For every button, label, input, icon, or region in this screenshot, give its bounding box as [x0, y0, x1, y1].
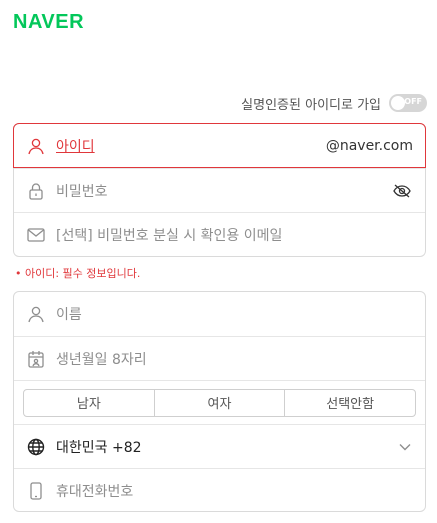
gender-option-female[interactable]: 여자 — [153, 389, 285, 416]
profile-info-group: 이름 생년월일 8자리 남자 여자 선택안함 대한민국 +82 휴대전화번호 — [13, 291, 426, 512]
user-icon — [26, 136, 46, 156]
lock-icon — [26, 181, 46, 201]
eye-off-icon[interactable] — [393, 184, 411, 198]
globe-icon — [26, 437, 46, 457]
country-code-value: 대한민국 +82 — [56, 439, 142, 456]
user-icon — [26, 304, 46, 324]
recovery-email-field[interactable]: [선택] 비밀번호 분실 시 확인용 이메일 — [14, 212, 425, 256]
naver-logo: NAVER — [13, 11, 85, 33]
id-error-message: • 아이디: 필수 정보입니다. — [15, 267, 141, 280]
calendar-icon — [26, 349, 46, 369]
phone-field[interactable]: 휴대전화번호 — [14, 468, 425, 512]
real-name-verify-label: 실명인증된 아이디로 가입 — [241, 97, 381, 113]
gender-selector: 남자 여자 선택안함 — [23, 388, 416, 417]
name-placeholder: 이름 — [56, 307, 82, 323]
id-domain-suffix: @naver.com — [325, 137, 413, 154]
gender-option-none[interactable]: 선택안함 — [284, 389, 415, 416]
toggle-knob — [391, 96, 405, 110]
password-placeholder: 비밀번호 — [56, 183, 108, 200]
chevron-down-icon — [399, 443, 411, 451]
toggle-state-text: OFF — [404, 97, 422, 106]
name-field[interactable]: 이름 — [14, 292, 425, 336]
real-name-verify-toggle[interactable]: OFF — [389, 94, 427, 112]
gender-option-male[interactable]: 남자 — [24, 390, 154, 416]
id-placeholder: 아이디 — [56, 138, 95, 155]
country-code-select[interactable]: 대한민국 +82 — [14, 424, 425, 468]
mail-icon — [26, 225, 46, 245]
phone-placeholder: 휴대전화번호 — [56, 483, 134, 500]
email-placeholder: [선택] 비밀번호 분실 시 확인용 이메일 — [56, 227, 283, 244]
id-field[interactable]: 아이디 @naver.com — [13, 123, 426, 168]
real-name-verify-row: 실명인증된 아이디로 가입 OFF — [241, 93, 427, 113]
birthdate-field[interactable]: 생년월일 8자리 — [14, 336, 425, 380]
birthdate-placeholder: 생년월일 8자리 — [56, 351, 147, 368]
gender-row: 남자 여자 선택안함 — [14, 380, 425, 424]
password-field[interactable]: 비밀번호 — [14, 168, 425, 212]
phone-icon — [26, 481, 46, 501]
account-info-group: 아이디 @naver.com 비밀번호 [선택] 비밀번호 분실 시 확인용 이… — [13, 123, 426, 257]
